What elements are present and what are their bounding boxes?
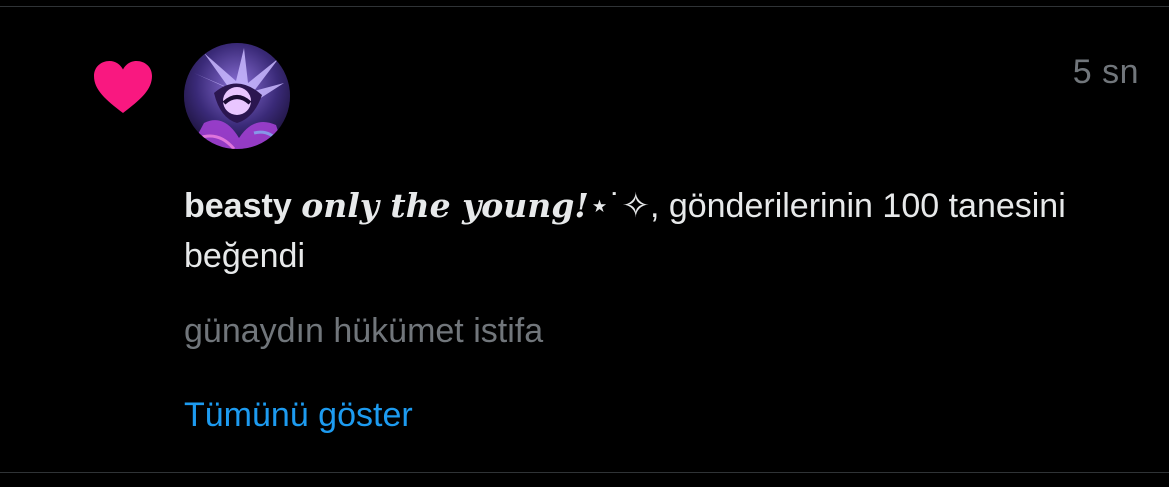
- display-name[interactable]: only the young!: [301, 186, 589, 225]
- heart-icon: [94, 61, 152, 113]
- username[interactable]: beasty: [184, 187, 292, 225]
- timestamp[interactable]: 5 sn: [1073, 55, 1139, 89]
- tweet-preview[interactable]: günaydın hükümet istifa: [184, 309, 543, 353]
- user-avatar[interactable]: [184, 43, 290, 149]
- bottom-divider: [0, 472, 1169, 473]
- display-name-decoration: ⋆˙✧: [588, 187, 650, 225]
- like-notification[interactable]: 5 sn beasty only the young!⋆˙✧, gönderil…: [0, 7, 1169, 472]
- notification-message: beasty only the young!⋆˙✧, gönderilerini…: [184, 181, 1144, 281]
- show-all-link[interactable]: Tümünü göster: [184, 393, 413, 437]
